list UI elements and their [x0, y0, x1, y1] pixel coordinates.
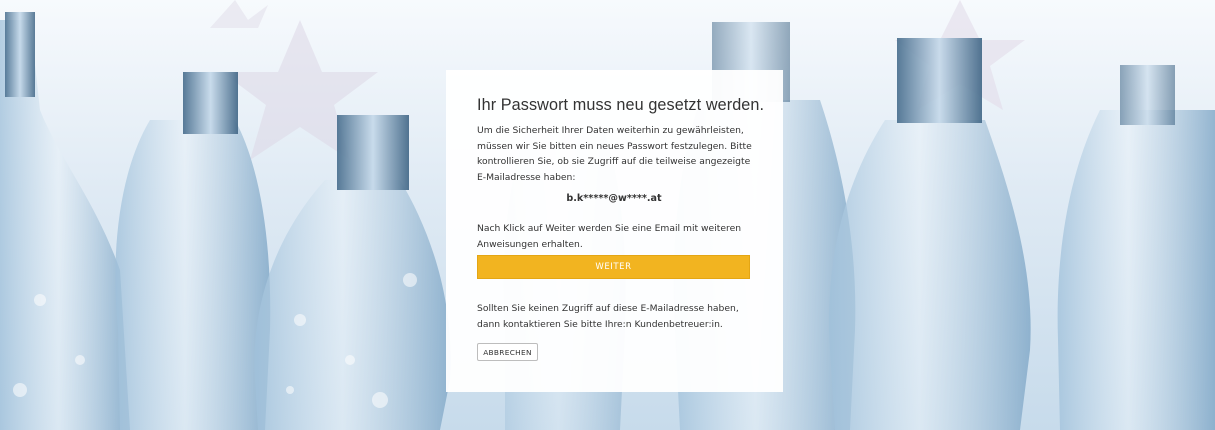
weiter-button[interactable]: WEITER — [477, 255, 750, 279]
masked-email: b.k*****@w****.at — [566, 193, 662, 204]
star-decoration — [210, 0, 268, 28]
password-reset-card: Ihr Passwort muss neu gesetzt werden. Um… — [446, 70, 783, 392]
no-access-text: Sollten Sie keinen Zugriff auf diese E-M… — [477, 303, 739, 330]
next-info-text: Nach Klick auf Weiter werden Sie eine Em… — [477, 223, 742, 250]
abbrechen-button[interactable]: ABBRECHEN — [477, 343, 538, 361]
intro-text: Um die Sicherheit Ihrer Daten weiterhin … — [477, 125, 752, 183]
page-title: Ihr Passwort muss neu gesetzt werden. — [477, 96, 765, 114]
